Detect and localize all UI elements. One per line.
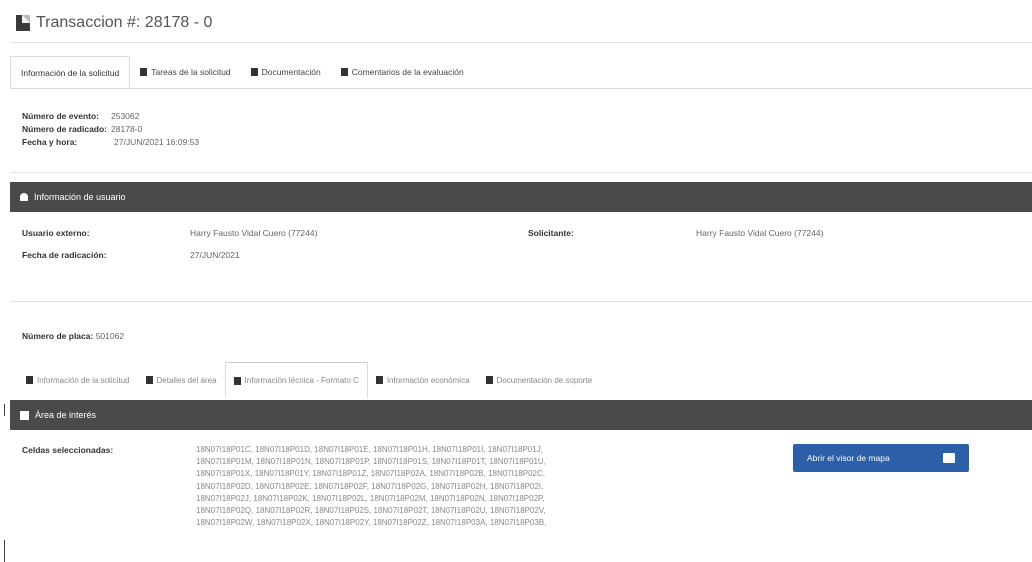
cells-line: 18N07I18P02Q, 18N07I18P02R, 18N07I18P02S… [196,506,546,516]
selected-cells-list: 18N07I18P01C, 18N07I18P01D, 18N07I18P01E… [196,444,744,529]
solicitante-label: Solicitante: [528,228,574,238]
section-title: Área de interés [35,410,97,420]
header-divider [10,42,1032,43]
file-icon [250,68,258,76]
subtab-label: Documentación de soporte [496,375,593,385]
file-icon [375,376,383,384]
cells-line: 18N07I18P01M, 18N07I18P01N, 18N07I18P01P… [196,457,546,467]
map-icon [145,376,153,384]
meta-divider [10,172,1032,173]
file-icon [233,376,241,385]
placa-value: 501062 [95,331,125,341]
placa-label: Número de placa: [22,331,94,341]
evento-value: 253062 [111,111,140,121]
page-header: Transaccion #: 28178 - 0 [16,6,212,40]
tab-informacion-solicitud[interactable]: Información de la solicitud [10,56,131,88]
area-section-bar: Área de interés [10,400,1032,430]
usuario-externo-label: Usuario externo: [22,228,90,238]
tab-label: Documentación [261,67,321,77]
cells-line: 18N07I18P02J, 18N07I18P02K, 18N07I18P02L… [196,493,545,503]
subtab-label: Información de la solicitud [37,375,130,385]
subtab-informacion-tecnica[interactable]: Información técnica - Formato C [224,362,368,398]
evento-label: Número de evento: [22,111,99,121]
transaction-meta: Número de evento: 253062 Número de radic… [22,110,199,149]
placa-info: Número de placa: 501062 [22,331,124,341]
file-icon [140,68,148,76]
section-title: Información de usuario [34,192,126,202]
file-icon [340,68,348,76]
tab-label: Tareas de la solicitud [151,67,231,77]
user-info-panel: Usuario externo: Harry Fausto Vidal Cuer… [10,212,1032,302]
subtab-label: Información económica [386,375,470,385]
subtab-informacion-economica[interactable]: Información económica [368,362,478,398]
document-icon [16,15,30,31]
subtab-informacion-solicitud[interactable]: Información de la solicitud [18,362,138,398]
fecha-label: Fecha y hora: [22,137,78,147]
fecha-radicacion-label: Fecha de radicación: [22,250,107,260]
tab-label: Comentarios de la evaluación [351,67,464,77]
radicado-label: Número de radicado: [22,124,108,134]
page-title: Transaccion #: 28178 - 0 [36,14,213,31]
button-label: Abrir el visor de mapa [807,453,890,463]
main-tabs: Información de la solicitud Tareas de la… [10,56,474,88]
user-icon [20,193,28,201]
cells-line: 18N07I18P01X, 18N07I18P01Y, 18N07I18P01Z… [196,469,546,479]
user-info-section-bar: Información de usuario [10,182,1032,212]
tab-tareas-solicitud[interactable]: Tareas de la solicitud [130,56,240,88]
cells-line: 18N07I18P02W, 18N07I18P02X, 18N07I18P02Y… [196,518,547,528]
subtab-label: Información técnica - Formato C [244,376,359,385]
tab-label: Información de la solicitud [21,67,120,78]
fecha-value: 27/JUN/2021 16:09:53 [114,137,200,147]
cells-label: Celdas seleccionadas: [22,445,114,455]
map-viewer-icon [943,453,955,463]
usuario-externo-value: Harry Fausto Vidal Cuero (77244) [190,228,318,238]
detail-subtabs: Información de la solicitud Detalles del… [18,362,600,398]
square-icon [20,410,29,420]
radicado-value: 28178-0 [111,124,143,134]
subtab-label: Detalles del área [156,375,217,385]
cells-line: 18N07I18P01C, 18N07I18P01D, 18N07I18P01E… [196,445,543,454]
scroll-marker [4,404,5,416]
subtab-detalles-area[interactable]: Detalles del área [138,362,225,398]
cells-line: 18N07I18P02D, 18N07I18P02E, 18N07I18P02F… [196,481,544,491]
file-icon [485,376,493,384]
subtab-documentacion-soporte[interactable]: Documentación de soporte [478,362,601,398]
tabs-underline [10,88,1032,89]
open-map-viewer-button[interactable]: Abrir el visor de mapa [793,444,969,472]
solicitante-value: Harry Fausto Vidal Cuero (77244) [696,228,824,238]
tab-comentarios-evaluacion[interactable]: Comentarios de la evaluación [331,56,474,88]
fecha-radicacion-value: 27/JUN/2021 [190,250,240,260]
file-icon [26,376,33,384]
scroll-marker [4,540,5,562]
tab-documentacion[interactable]: Documentación [241,56,331,88]
